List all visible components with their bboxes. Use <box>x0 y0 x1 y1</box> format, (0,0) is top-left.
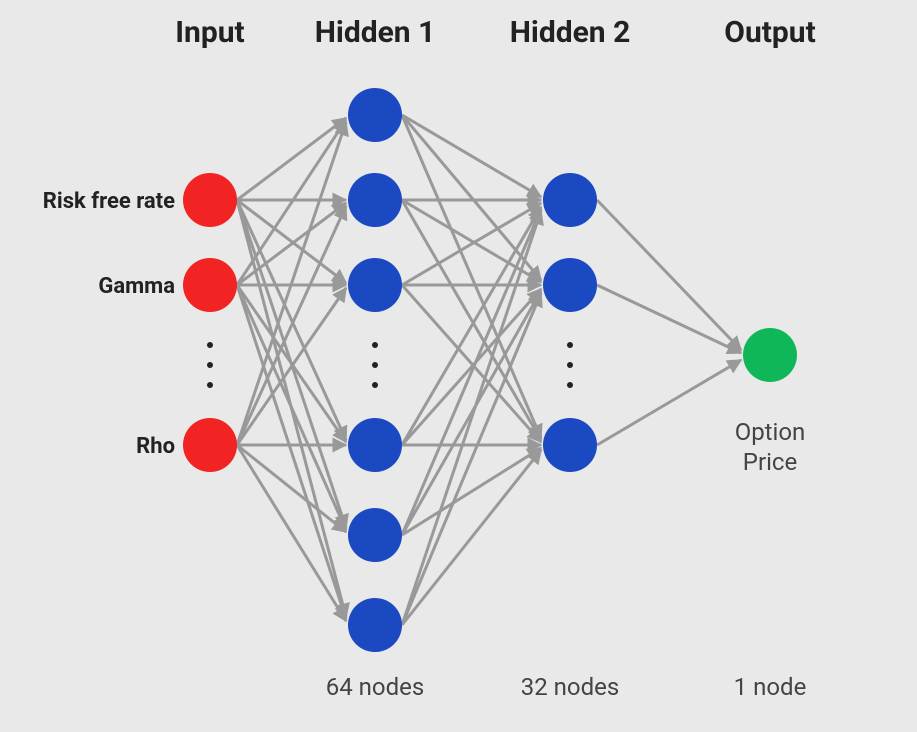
input-node-rho <box>183 418 237 472</box>
nn-diagram: Input Hidden 1 Hidden 2 Output <box>0 0 917 732</box>
edges-input-to-hidden1 <box>237 118 346 621</box>
footer-hidden1: 64 nodes <box>326 673 425 701</box>
hidden1-node <box>348 173 402 227</box>
output-layer <box>743 328 797 382</box>
header-input: Input <box>175 15 244 50</box>
header-hidden1: Hidden 1 <box>315 15 436 50</box>
header-output: Output <box>724 15 815 50</box>
hidden2-node <box>543 258 597 312</box>
input-layer <box>183 173 237 472</box>
hidden2-node <box>543 173 597 227</box>
hidden1-node <box>348 88 402 142</box>
hidden1-node <box>348 598 402 652</box>
hidden1-layer <box>348 88 402 652</box>
hidden1-node <box>348 258 402 312</box>
output-node <box>743 328 797 382</box>
edges-hidden2-to-output <box>597 200 741 445</box>
input-node-risk-free-rate <box>183 173 237 227</box>
footer-hidden2: 32 nodes <box>521 673 620 701</box>
header-hidden2: Hidden 2 <box>510 15 631 50</box>
hidden2-layer <box>543 173 597 472</box>
hidden1-node <box>348 418 402 472</box>
input-label-risk-free-rate: Risk free rate <box>43 189 175 214</box>
hidden2-node <box>543 418 597 472</box>
hidden1-node <box>348 508 402 562</box>
edges-hidden1-to-hidden2 <box>402 115 541 625</box>
input-label-rho: Rho <box>136 434 175 459</box>
footer-output: 1 node <box>734 673 807 701</box>
output-label-line2: Price <box>743 448 797 476</box>
input-label-gamma: Gamma <box>98 274 175 299</box>
output-label-line1: Option <box>735 418 806 446</box>
input-node-gamma <box>183 258 237 312</box>
